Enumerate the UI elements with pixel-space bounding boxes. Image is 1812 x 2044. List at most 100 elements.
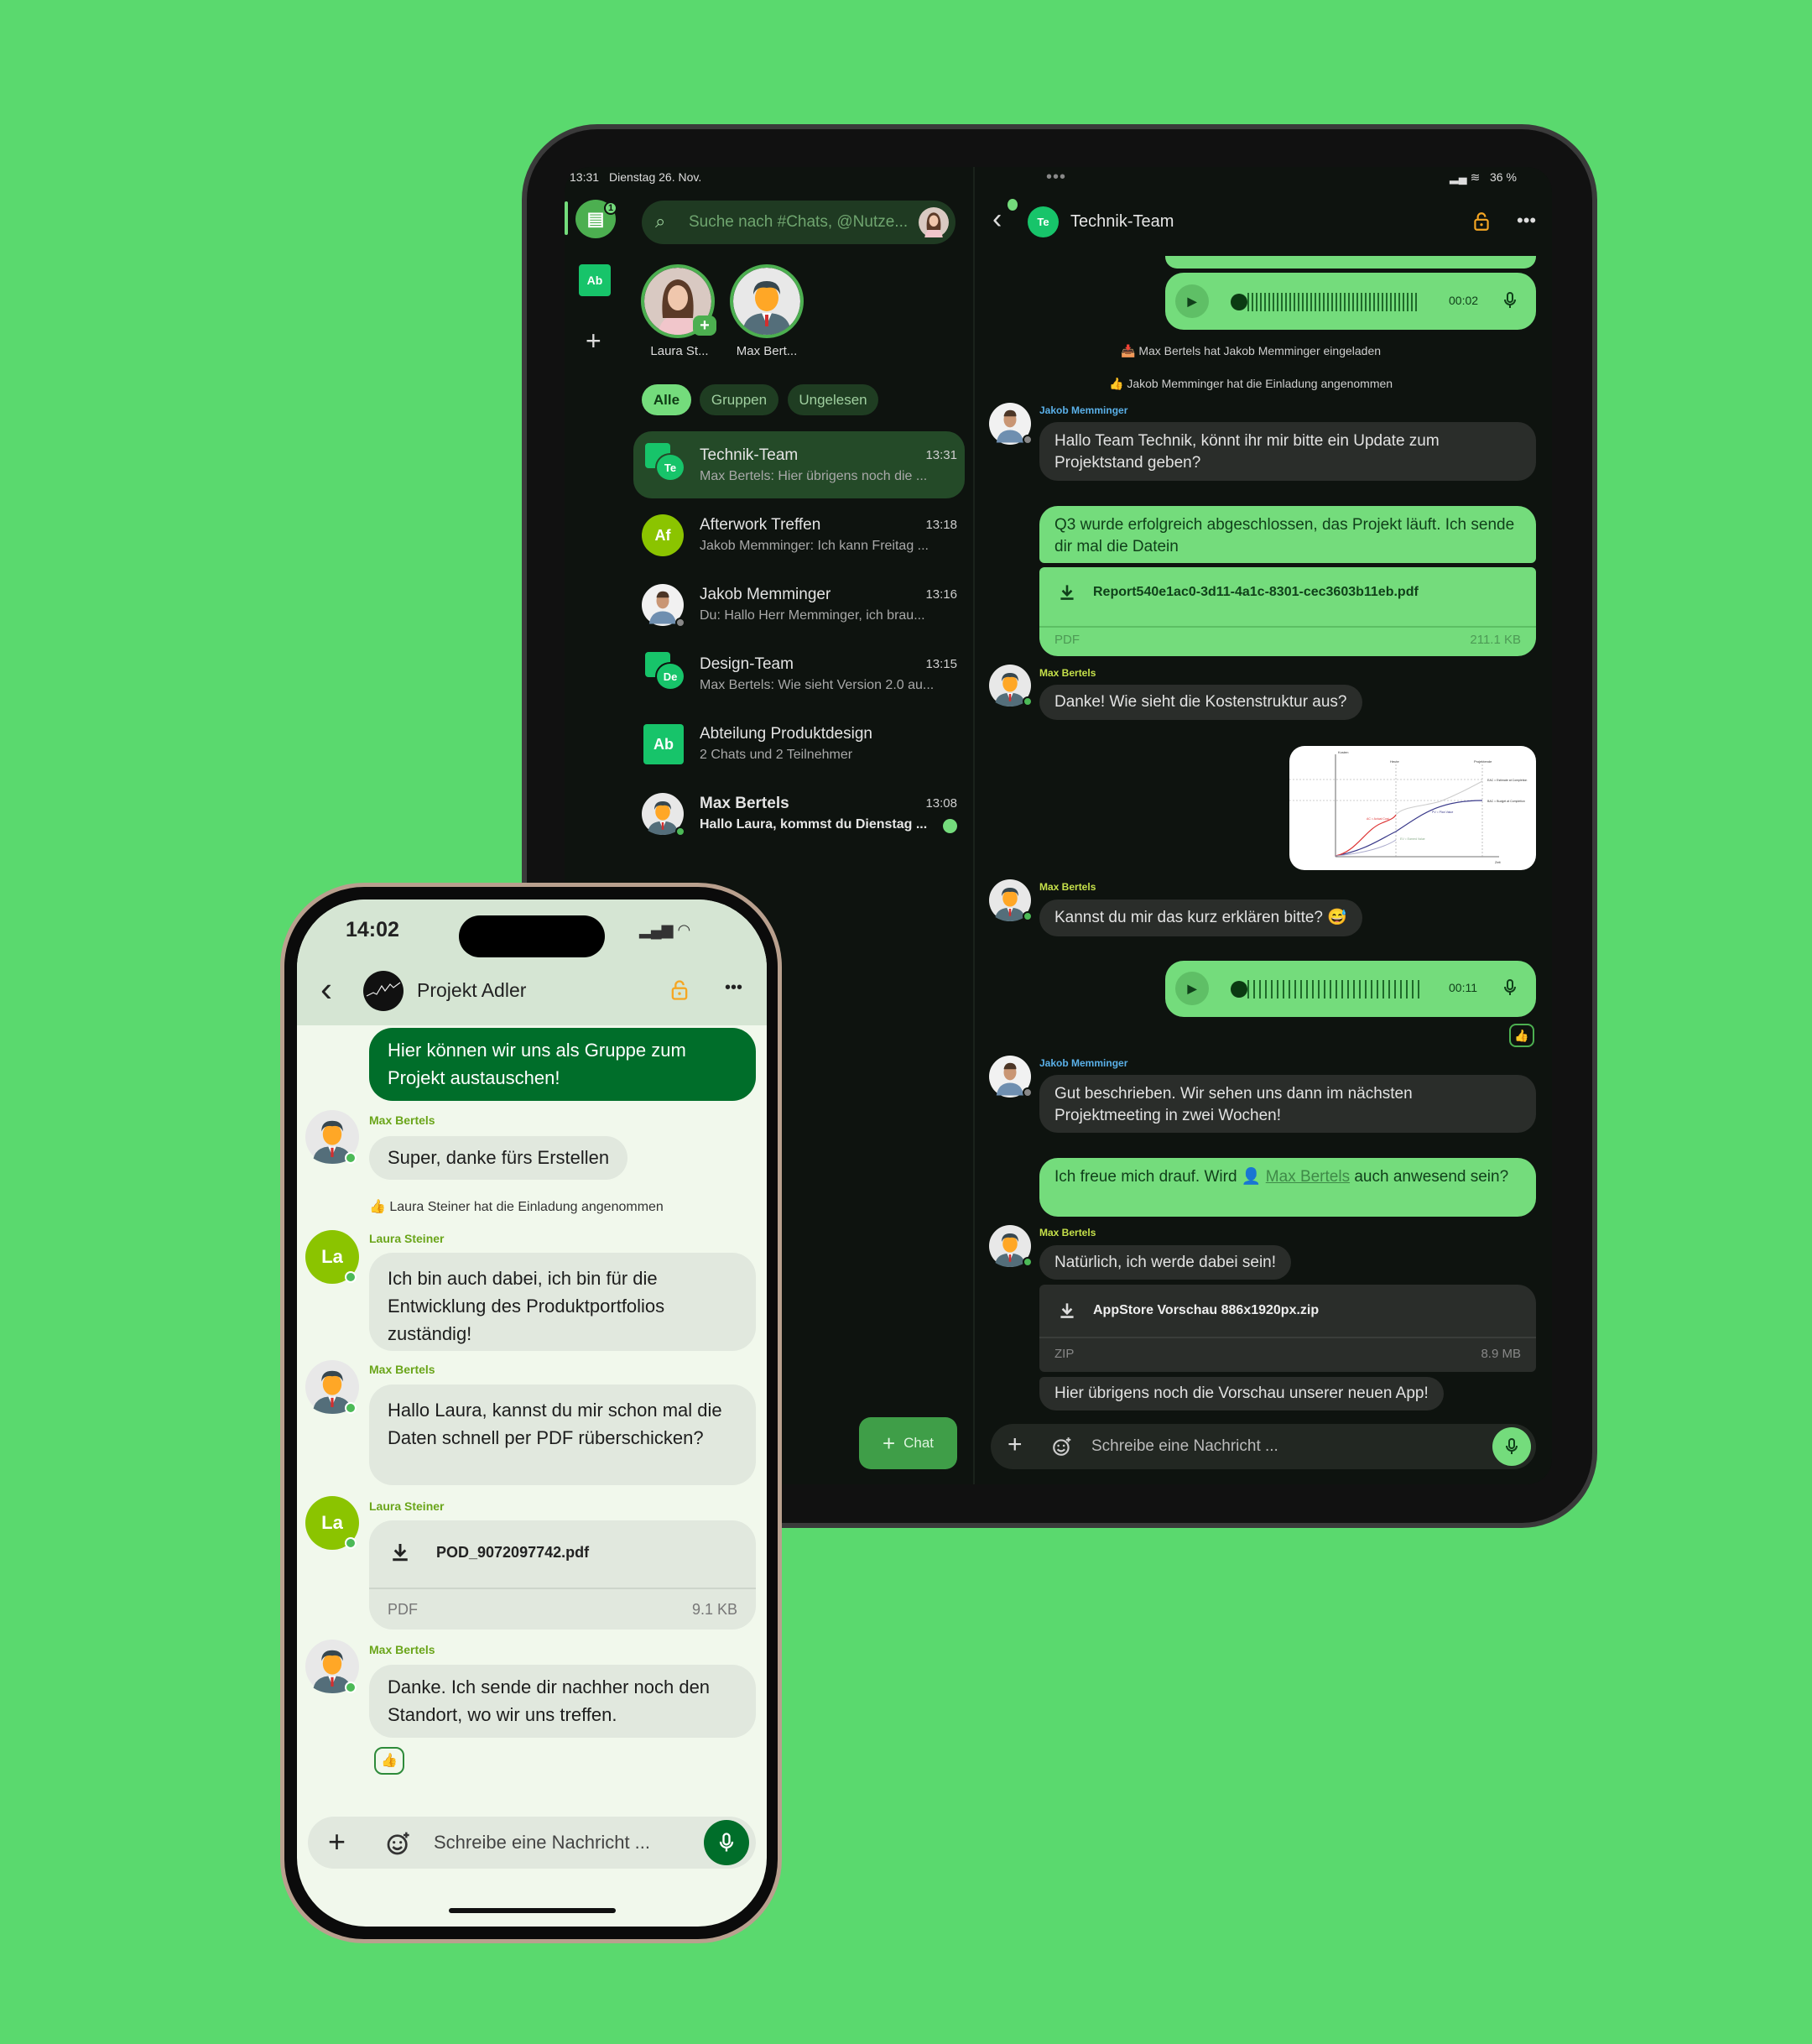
message-text: Ich freue mich drauf. Wird xyxy=(1054,1168,1237,1186)
attach-plus-icon[interactable]: + xyxy=(328,1825,346,1859)
more-options-icon[interactable]: ••• xyxy=(725,978,742,998)
waveform xyxy=(1247,293,1419,311)
download-icon[interactable] xyxy=(388,1540,413,1565)
new-chat-button[interactable]: + Chat xyxy=(859,1417,957,1469)
waveform xyxy=(1247,980,1419,999)
lock-icon[interactable] xyxy=(668,978,691,1002)
download-icon[interactable] xyxy=(1056,581,1078,603)
story-label: Laura St... xyxy=(650,344,709,358)
play-icon[interactable]: ▶ xyxy=(1175,972,1209,1005)
back-icon[interactable]: ‹ xyxy=(992,205,1002,233)
chat-time: 13:31 xyxy=(925,448,957,462)
attach-plus-icon[interactable]: + xyxy=(1008,1431,1023,1459)
chat-list-item[interactable]: Af Afterwork Treffen Jakob Memminger: Ic… xyxy=(633,501,965,568)
message-bubble: Danke. Ich sende dir nachher noch den St… xyxy=(369,1665,756,1738)
message-bubble: Q3 wurde erfolgreich abgeschlossen, das … xyxy=(1039,506,1536,563)
chat-list-item[interactable]: Ab Abteilung Produktdesign 2 Chats und 2… xyxy=(633,710,965,777)
online-dot xyxy=(345,1682,357,1693)
file-name: Report540e1ac0-3d11-4a1c-8301-cec3603b11… xyxy=(1093,585,1419,599)
multitask-dots-icon[interactable]: ••• xyxy=(1046,168,1066,187)
mention-link[interactable]: Max Bertels xyxy=(1266,1168,1350,1186)
story-avatar-max[interactable] xyxy=(730,264,804,338)
message-bubble: Danke! Wie sieht die Kostenstruktur aus? xyxy=(1039,685,1362,720)
divider xyxy=(1039,1337,1536,1338)
add-story-icon[interactable]: + xyxy=(693,315,716,336)
chat-list-item[interactable]: Jakob Memminger Du: Hallo Herr Memminger… xyxy=(633,571,965,638)
sender-name: Jakob Memminger xyxy=(1039,404,1128,416)
chat-title: Abteilung Produktdesign xyxy=(700,725,872,743)
reaction-badge[interactable]: 👍 xyxy=(1509,1024,1534,1047)
file-size: 211.1 KB xyxy=(1470,633,1521,647)
image-ac-curve xyxy=(1335,814,1397,857)
online-dot xyxy=(345,1152,357,1164)
chat-title: Technik-Team xyxy=(700,446,799,464)
system-message: 📥 Max Bertels hat Jakob Memminger eingel… xyxy=(1121,344,1381,358)
chat-preview: Du: Hallo Herr Memminger, ich brau... xyxy=(700,608,925,623)
system-text: Laura Steiner hat die Einladung angenomm… xyxy=(389,1200,664,1214)
plus-icon: + xyxy=(882,1430,896,1456)
file-type: PDF xyxy=(1054,633,1080,647)
message-bubble: Hallo Laura, kannst du mir schon mal die… xyxy=(369,1384,756,1485)
filter-all[interactable]: Alle xyxy=(642,384,691,415)
download-icon[interactable] xyxy=(1056,1300,1078,1322)
filter-unread[interactable]: Ungelesen xyxy=(788,384,878,415)
message-bubble: Natürlich, ich werde dabei sein! xyxy=(1039,1245,1292,1280)
add-group-icon[interactable]: + xyxy=(586,327,601,354)
profile-avatar[interactable] xyxy=(919,207,949,237)
emoji-icon[interactable] xyxy=(385,1830,412,1857)
emoji-icon[interactable] xyxy=(1051,1436,1073,1457)
filter-groups[interactable]: Gruppen xyxy=(700,384,778,415)
message-bubble: Gut beschrieben. Wir sehen uns dann im n… xyxy=(1039,1075,1536,1133)
system-text: Max Bertels hat Jakob Memminger eingelad… xyxy=(1138,344,1382,357)
divider xyxy=(369,1588,756,1589)
chat-preview: Jakob Memminger: Ich kann Freitag ... xyxy=(700,539,929,553)
play-icon[interactable]: ▶ xyxy=(1175,284,1209,318)
message-bubble: Hallo Team Technik, könnt ihr mir bitte … xyxy=(1039,422,1536,481)
offline-dot xyxy=(675,618,685,628)
inbox-icon: 📥 xyxy=(1121,344,1139,357)
voice-message[interactable]: ▶ 00:02 xyxy=(1165,273,1536,330)
reaction-badge[interactable]: 👍 xyxy=(374,1747,404,1775)
input-placeholder: Schreibe eine Nachricht ... xyxy=(434,1832,651,1853)
chat-time: 13:08 xyxy=(925,796,957,811)
message-input[interactable]: + Schreibe eine Nachricht ... xyxy=(308,1817,756,1869)
back-icon[interactable]: ‹ xyxy=(320,972,332,1007)
battery-level: 36 % xyxy=(1490,170,1517,184)
file-size: 8.9 MB xyxy=(1481,1347,1521,1361)
seek-handle[interactable] xyxy=(1231,981,1247,998)
lock-icon[interactable] xyxy=(1471,211,1492,232)
record-voice-button[interactable] xyxy=(704,1820,749,1865)
home-indicator xyxy=(449,1908,616,1913)
chat-title: Max Bertels xyxy=(700,795,789,812)
file-attachment[interactable]: Report540e1ac0-3d11-4a1c-8301-cec3603b11… xyxy=(1039,567,1536,656)
file-size: 9.1 KB xyxy=(691,1601,737,1618)
online-dot xyxy=(345,1402,357,1414)
message-bubble: Ich freue mich drauf. Wird 👤 Max Bertels… xyxy=(1039,1158,1536,1217)
more-options-icon[interactable]: ••• xyxy=(1517,210,1536,232)
seek-handle[interactable] xyxy=(1231,294,1247,310)
record-voice-button[interactable] xyxy=(1492,1427,1531,1466)
message-input[interactable]: + Schreibe eine Nachricht ... xyxy=(991,1424,1536,1469)
image-label: Projektende xyxy=(1474,759,1492,764)
story-label: Max Bert... xyxy=(736,344,798,358)
image-label: Kosten xyxy=(1338,750,1348,754)
offline-dot xyxy=(1023,435,1033,445)
chat-list-item[interactable]: Te Technik-Team Max Bertels: Hier übrige… xyxy=(633,431,965,498)
nav-group-ab[interactable]: Ab xyxy=(579,264,611,296)
chat-list-item[interactable]: De Design-Team Max Bertels: Wie sieht Ve… xyxy=(633,640,965,707)
sender-name: Laura Steiner xyxy=(369,1499,445,1513)
image-attachment[interactable]: Kosten Zeit Heute Projektende EAC = Esti… xyxy=(1289,746,1536,870)
sender-name: Max Bertels xyxy=(369,1363,435,1376)
file-attachment[interactable]: AppStore Vorschau 886x1920px.zip ZIP 8.9… xyxy=(1039,1285,1536,1372)
chat-list-item[interactable]: Max Bertels Hallo Laura, kommst du Diens… xyxy=(633,780,965,847)
offline-dot xyxy=(1023,1087,1033,1098)
voice-duration: 00:11 xyxy=(1449,981,1477,994)
unread-dot xyxy=(943,819,957,833)
voice-message[interactable]: ▶ 00:11 xyxy=(1165,961,1536,1017)
voice-duration: 00:02 xyxy=(1449,294,1479,307)
file-attachment[interactable]: POD_9072097742.pdf PDF 9.1 KB xyxy=(369,1520,756,1629)
search-input[interactable]: ⌕ Suche nach #Chats, @Nutze... xyxy=(642,201,955,244)
unread-indicator xyxy=(1008,199,1018,211)
file-name: AppStore Vorschau 886x1920px.zip xyxy=(1093,1303,1320,1317)
unread-badge: 1 xyxy=(604,201,617,215)
